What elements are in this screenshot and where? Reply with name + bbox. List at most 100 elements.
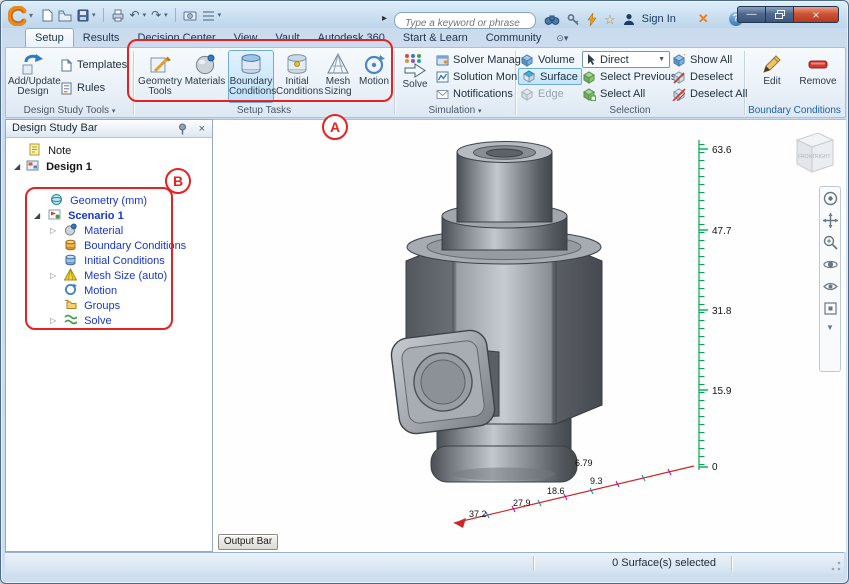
undo-caret-icon[interactable]: ▾: [143, 11, 147, 19]
expander-icon[interactable]: ◢: [14, 159, 20, 174]
solver-manager-button[interactable]: Solver Manager: [436, 52, 531, 68]
open-icon[interactable]: [58, 9, 72, 22]
panel-label-boundary-conditions[interactable]: Boundary Conditions: [745, 104, 844, 117]
volume-button[interactable]: Volume: [520, 52, 575, 68]
rules-button[interactable]: Rules: [60, 80, 105, 96]
status-separator: [533, 556, 534, 571]
resize-grip[interactable]: [831, 561, 841, 571]
capture-icon[interactable]: [183, 9, 197, 22]
sign-in-label[interactable]: Sign In: [642, 13, 676, 25]
exchange-apps-icon[interactable]: ✕: [698, 11, 709, 27]
select-all-icon: [583, 87, 596, 101]
quick-access-toolbar: ▾ ↶ ▾ ↷ ▾ ▾: [41, 8, 221, 22]
application-window: ▾ ▾ ↶ ▾ ↷ ▾ ▾ ▸ ☆ Sign In ✕ ? ▾ —: [0, 0, 849, 584]
viewcube[interactable]: FRONT RIGHT: [795, 132, 835, 173]
tab-community[interactable]: Community: [477, 29, 551, 47]
key-icon[interactable]: [567, 13, 580, 26]
restore-button[interactable]: [766, 6, 794, 23]
ruler-tick-label: 15.9: [712, 386, 732, 397]
titlebar-right-icons: ☆ Sign In ✕ ? ▾: [544, 10, 751, 28]
nav-more-caret-icon[interactable]: ▼: [826, 323, 834, 332]
status-separator: [731, 556, 732, 571]
tab-results[interactable]: Results: [74, 29, 129, 47]
save-caret-icon[interactable]: ▾: [92, 11, 96, 19]
axis-tick-label: 37.2: [469, 509, 487, 519]
lightning-icon[interactable]: [587, 12, 597, 26]
redo-caret-icon[interactable]: ▾: [164, 11, 168, 19]
deselect-all-button[interactable]: Deselect All: [672, 86, 747, 102]
design-study-bar-title: Design Study Bar: [12, 122, 98, 134]
annotation-label-b: B: [165, 168, 191, 194]
binoculars-icon[interactable]: [544, 13, 560, 26]
redo-icon[interactable]: ↷: [151, 8, 161, 22]
options-caret-icon[interactable]: ▾: [218, 11, 222, 19]
model-canvas: 63.6 47.7 31.8 15.9 0 6.79 9.3 18.6 27.9…: [390, 132, 835, 528]
nav-orbit-icon[interactable]: [822, 257, 838, 272]
undo-icon[interactable]: ↶: [130, 8, 140, 22]
select-all-button[interactable]: Select All: [582, 86, 645, 102]
edit-pencil-icon: [763, 55, 781, 73]
solve-button[interactable]: Solve: [397, 50, 433, 103]
app-logo-icon[interactable]: [8, 6, 28, 26]
selection-mode-dropdown[interactable]: Direct ▼: [582, 51, 670, 68]
model-part[interactable]: [390, 141, 603, 483]
viewport-3d[interactable]: 63.6 47.7 31.8 15.9 0 6.79 9.3 18.6 27.9…: [213, 119, 846, 552]
panel-label-design-study-tools[interactable]: Design Study Tools ▾: [6, 104, 133, 117]
nav-pan-icon[interactable]: [822, 213, 838, 228]
new-icon[interactable]: [41, 9, 53, 22]
remove-icon: [808, 60, 828, 69]
select-previous-button[interactable]: Select Previous: [582, 69, 676, 85]
axis-tick-label: 6.79: [575, 458, 593, 468]
select-previous-icon: [583, 70, 595, 84]
add-update-design-button[interactable]: Add/Update Design: [8, 50, 61, 103]
tab-start-learn[interactable]: Start & Learn: [394, 29, 477, 47]
close-panel-icon[interactable]: ×: [199, 123, 205, 135]
nav-wheel-icon[interactable]: [823, 191, 838, 206]
annotation-box-b: [25, 187, 173, 330]
nav-zoom-icon[interactable]: [823, 235, 838, 250]
star-icon[interactable]: ☆: [604, 13, 616, 26]
remove-button[interactable]: Remove: [795, 50, 841, 103]
ruler-vertical: 63.6 47.7 31.8 15.9 0: [698, 140, 732, 473]
panel-label-setup-tasks[interactable]: Setup Tasks: [134, 104, 394, 117]
show-all-button[interactable]: Show All: [672, 52, 732, 68]
save-icon[interactable]: [77, 9, 89, 22]
edit-button[interactable]: Edit: [753, 50, 791, 103]
search-flyout-icon[interactable]: ▸: [382, 13, 387, 24]
add-update-design-icon: [22, 54, 43, 75]
toolbar-separator: [174, 8, 176, 22]
axis-tick-label: 9.3: [590, 476, 603, 486]
print-icon[interactable]: [111, 9, 125, 22]
panel-label-selection[interactable]: Selection: [516, 104, 744, 117]
toolbar-separator: [102, 8, 104, 22]
ribbon-options-caret-icon[interactable]: ⊙▾: [550, 30, 574, 47]
options-icon[interactable]: [202, 9, 215, 22]
viewcube-front-label: FRONT: [798, 154, 815, 160]
notifications-icon: [436, 89, 449, 99]
surface-button[interactable]: Surface: [518, 68, 582, 85]
person-icon[interactable]: [623, 13, 635, 26]
minimize-button[interactable]: —: [737, 6, 766, 23]
ruler-tick-label: 0: [712, 462, 718, 473]
status-bar: 0 Surface(s) selected: [5, 552, 844, 574]
nav-fit-icon[interactable]: [823, 301, 838, 316]
pin-icon[interactable]: [177, 123, 188, 135]
app-menu-caret-icon[interactable]: ▾: [29, 11, 33, 20]
tree-item-note[interactable]: Note: [6, 143, 212, 158]
panel-label-simulation[interactable]: Simulation ▾: [395, 104, 515, 117]
close-button[interactable]: ×: [794, 6, 839, 23]
navigation-bar: ▼: [819, 186, 841, 372]
nav-look-icon[interactable]: [822, 279, 838, 294]
search-box[interactable]: [394, 12, 536, 30]
axis-tick-label: 27.9: [513, 498, 531, 508]
tab-setup[interactable]: Setup: [25, 28, 74, 47]
design-study-bar-header[interactable]: Design Study Bar ×: [6, 120, 212, 138]
axis-tick-label: 18.6: [547, 486, 565, 496]
deselect-icon: [673, 70, 685, 84]
notifications-button[interactable]: Notifications: [436, 86, 513, 102]
annotation-label-a: A: [322, 114, 348, 140]
edge-button[interactable]: Edge: [520, 86, 564, 102]
output-bar-button[interactable]: Output Bar: [218, 534, 278, 550]
deselect-button[interactable]: Deselect: [672, 69, 733, 85]
templates-button[interactable]: Templates: [60, 57, 127, 73]
